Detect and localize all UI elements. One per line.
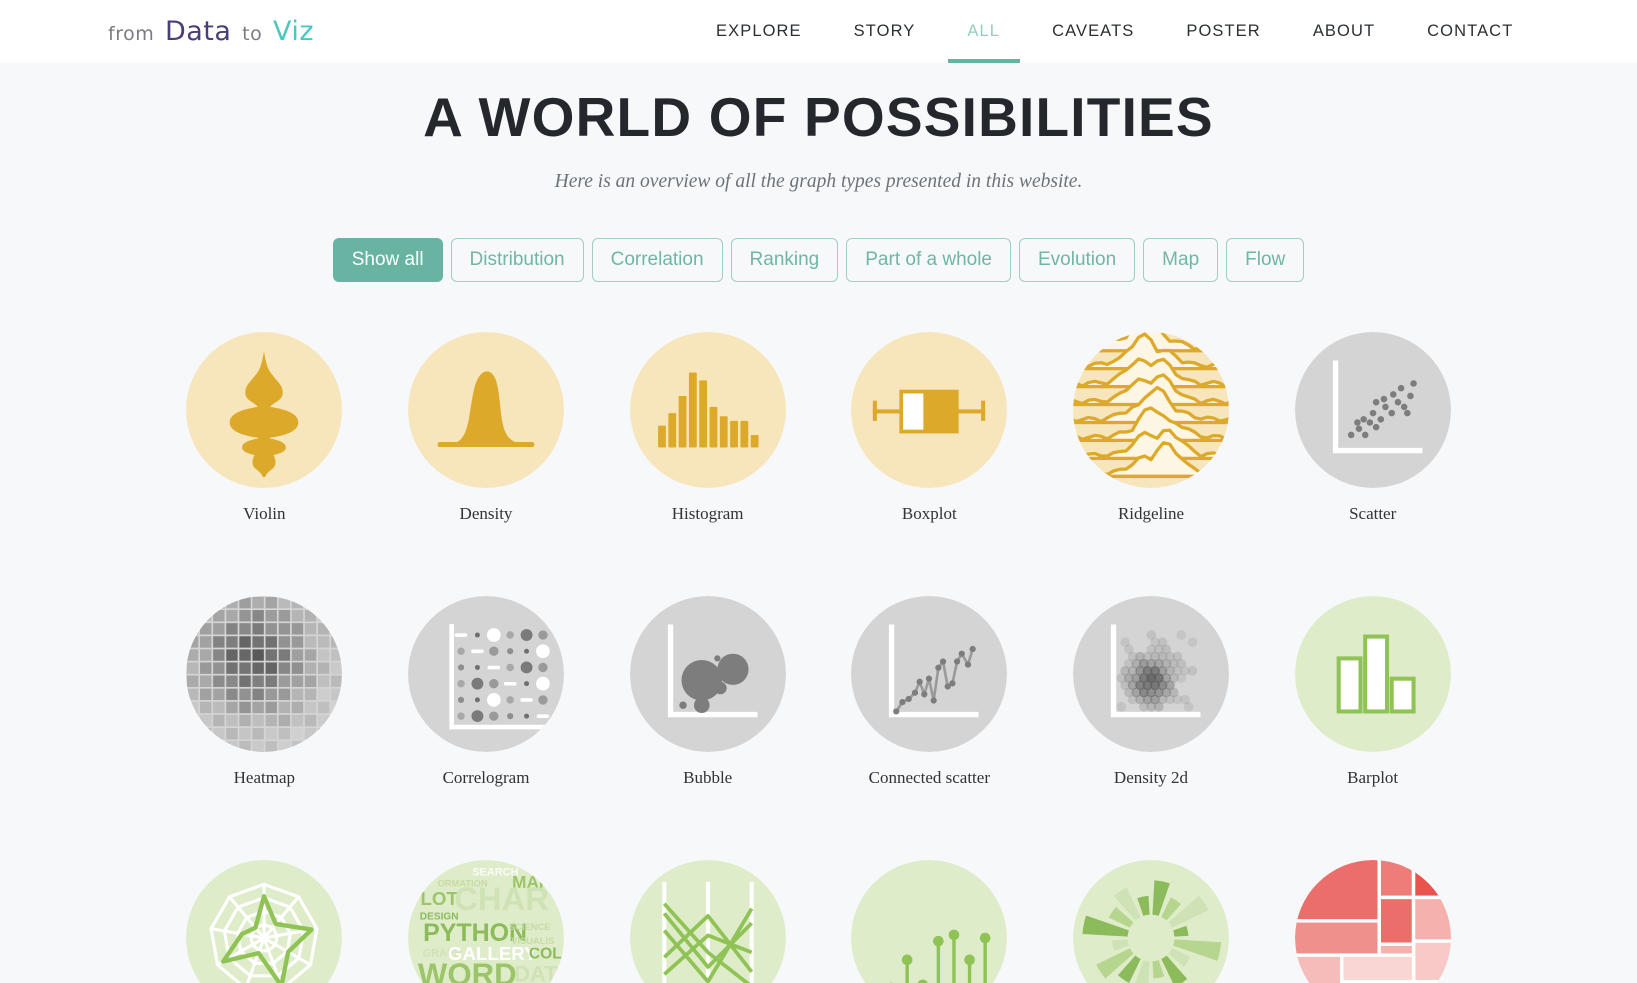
logo-word-from: from bbox=[108, 23, 155, 45]
chart-card-label: Density bbox=[459, 504, 513, 523]
chart-card-label: Connected scatter bbox=[868, 768, 990, 787]
chart-card-label: Boxplot bbox=[901, 504, 957, 523]
nav-item-about[interactable]: ABOUT bbox=[1287, 0, 1401, 63]
chart-card-density[interactable]: Density bbox=[375, 332, 597, 524]
chart-card-violin[interactable]: Violin bbox=[154, 332, 376, 524]
chart-card-boxplot[interactable]: Boxplot bbox=[819, 332, 1041, 524]
wordcloud-icon: SEARCH ORMATION MAP LOT CHAR DESIGN PYTHON SCIE… bbox=[408, 860, 564, 983]
svg-text:WORD: WORD bbox=[418, 957, 517, 983]
chart-card-label: Barplot bbox=[1347, 768, 1399, 787]
nav-item-caveats[interactable]: CAVEATS bbox=[1026, 0, 1160, 63]
heatmap-icon bbox=[186, 596, 343, 752]
correlogram-icon bbox=[407, 596, 564, 752]
filter-button-correlation[interactable]: Correlation bbox=[591, 238, 723, 282]
chart-card-heatmap[interactable]: Heatmap bbox=[154, 596, 376, 788]
chart-card-lollipop[interactable]: Lollipop bbox=[819, 860, 1041, 983]
ridgeline-icon bbox=[1072, 332, 1229, 488]
chart-card-bubble[interactable]: Bubble bbox=[597, 596, 819, 788]
filter-button-distribution[interactable]: Distribution bbox=[450, 238, 584, 282]
chart-card-treemap[interactable]: Treemap bbox=[1262, 860, 1484, 983]
nav-item-all[interactable]: ALL bbox=[941, 0, 1026, 63]
chart-card-barplot[interactable]: Barplot bbox=[1262, 596, 1484, 788]
chart-card-label: Histogram bbox=[671, 504, 744, 523]
violin-icon bbox=[186, 332, 343, 488]
bubble-icon bbox=[629, 596, 786, 752]
logo-word-viz: Viz bbox=[272, 16, 315, 47]
filter-button-ranking[interactable]: Ranking bbox=[730, 238, 839, 282]
chart-card-label: Heatmap bbox=[233, 768, 295, 787]
nav-item-explore[interactable]: EXPLORE bbox=[690, 0, 828, 63]
filter-button-part-of-a-whole[interactable]: Part of a whole bbox=[846, 238, 1011, 282]
chart-card-label: Scatter bbox=[1349, 504, 1397, 523]
chart-card-ridgeline[interactable]: Ridgeline bbox=[1040, 332, 1262, 524]
chart-card-label: Violin bbox=[243, 504, 286, 523]
nav-item-poster[interactable]: POSTER bbox=[1160, 0, 1286, 63]
nav-item-story[interactable]: STORY bbox=[828, 0, 942, 63]
main-navigation: EXPLORE STORY ALL CAVEATS POSTER ABOUT CONTACT bbox=[690, 0, 1539, 63]
chart-card-histogram[interactable]: Histogram bbox=[597, 332, 819, 524]
chart-card-wordcloud[interactable]: SEARCH ORMATION MAP LOT CHAR DESIGN PYTHON SCIE… bbox=[375, 860, 597, 983]
filter-button-show-all[interactable]: Show all bbox=[332, 238, 443, 282]
chart-card-connected-scatter[interactable]: Connected scatter bbox=[819, 596, 1041, 788]
chart-card-spider[interactable]: Spider bbox=[154, 860, 376, 983]
svg-text:COL: COL bbox=[529, 945, 562, 962]
chart-card-label: Correlogram bbox=[442, 768, 530, 787]
boxplot-icon bbox=[851, 332, 1008, 488]
chart-type-grid: Violin Density Histogram Boxplot Ridgeline Sc… bbox=[154, 332, 1484, 983]
site-header: from Data to Viz EXPLORE STORY ALL CAVEATS P… bbox=[0, 0, 1637, 63]
filter-bar: Show all Distribution Correlation Ranking Pa… bbox=[0, 238, 1637, 282]
filter-button-evolution[interactable]: Evolution bbox=[1019, 238, 1136, 282]
connected-scatter-icon bbox=[851, 596, 1008, 752]
barplot-icon bbox=[1294, 596, 1451, 752]
scatter-icon bbox=[1294, 332, 1451, 488]
svg-text:SCIENCE: SCIENCE bbox=[509, 922, 551, 932]
chart-card-correlogram[interactable]: Correlogram bbox=[375, 596, 597, 788]
filter-button-map[interactable]: Map bbox=[1143, 238, 1219, 282]
nav-item-contact[interactable]: CONTACT bbox=[1401, 0, 1539, 63]
treemap-icon bbox=[1294, 860, 1451, 983]
chart-card-circular-barplot[interactable]: Circular barplot bbox=[1040, 860, 1262, 983]
site-logo[interactable]: from Data to Viz bbox=[108, 18, 314, 45]
density-2d-icon bbox=[1072, 596, 1229, 752]
parallel-icon bbox=[629, 860, 786, 983]
chart-card-label: Ridgeline bbox=[1117, 504, 1185, 523]
svg-text:DAT: DAT bbox=[514, 962, 558, 983]
chart-card-label: Bubble bbox=[683, 768, 733, 787]
circular-barplot-icon bbox=[1073, 860, 1229, 983]
page-subtitle: Here is an overview of all the graph typ… bbox=[554, 171, 1083, 192]
histogram-icon bbox=[629, 332, 786, 488]
svg-text:LOT: LOT bbox=[420, 888, 458, 909]
filter-button-flow[interactable]: Flow bbox=[1226, 238, 1305, 282]
svg-text:CHAR: CHAR bbox=[454, 880, 549, 917]
page-title: A WORLD OF POSSIBILITIES bbox=[423, 86, 1214, 148]
lollipop-icon bbox=[851, 860, 1008, 983]
chart-card-label: Density 2d bbox=[1113, 768, 1189, 787]
density-icon bbox=[407, 332, 564, 488]
chart-card-parallel[interactable]: Parallel bbox=[597, 860, 819, 983]
logo-word-data: Data bbox=[164, 16, 232, 47]
spider-icon bbox=[186, 860, 343, 983]
chart-card-density-2d[interactable]: Density 2d bbox=[1040, 596, 1262, 788]
logo-word-to: to bbox=[242, 23, 263, 45]
chart-card-scatter[interactable]: Scatter bbox=[1262, 332, 1484, 524]
